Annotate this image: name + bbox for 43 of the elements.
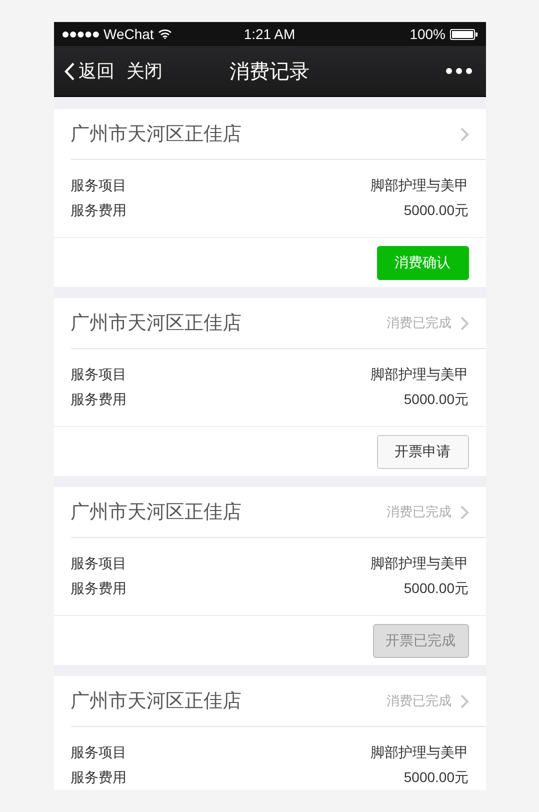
record-status: 消费已完成 — [386, 692, 452, 710]
battery-percent: 100% — [410, 26, 446, 42]
action-button[interactable]: 开票申请 — [376, 434, 468, 468]
detail-label: 服务项目 — [70, 366, 126, 384]
store-row[interactable]: 广州市天河区正佳店 消费已完成 — [70, 298, 486, 349]
detail-value: 脚部护理与美甲 — [370, 554, 468, 572]
battery-icon — [450, 28, 478, 40]
close-button[interactable]: 关闭 — [126, 59, 162, 83]
chevron-left-icon — [64, 62, 74, 80]
wifi-icon — [158, 29, 172, 39]
detail-label: 服务项目 — [70, 176, 126, 194]
chevron-right-icon — [460, 504, 468, 520]
signal-icon — [62, 30, 100, 38]
record-status: 消费已完成 — [386, 314, 452, 332]
store-name: 广州市天河区正佳店 — [70, 312, 242, 336]
detail-label: 服务费用 — [70, 768, 126, 786]
detail-value: 5000.00元 — [404, 580, 468, 598]
detail-value: 5000.00元 — [404, 390, 468, 408]
detail-value: 脚部护理与美甲 — [370, 366, 468, 384]
detail-label: 服务项目 — [70, 744, 126, 762]
chevron-right-icon — [460, 316, 468, 330]
detail-label: 服务费用 — [70, 390, 126, 408]
store-row[interactable]: 广州市天河区正佳店 消费已完成 — [70, 487, 486, 538]
clock-time: 1:21 AM — [244, 26, 296, 42]
detail-value: 5000.00元 — [404, 202, 468, 220]
store-name: 广州市天河区正佳店 — [70, 123, 242, 147]
detail-value: 脚部护理与美甲 — [370, 176, 468, 194]
carrier-name: WeChat — [104, 26, 154, 42]
page-title: 消费记录 — [230, 60, 310, 84]
detail-value: 脚部护理与美甲 — [370, 744, 468, 762]
record-status: 消费已完成 — [386, 503, 452, 521]
detail-label: 服务费用 — [70, 202, 126, 220]
store-name: 广州市天河区正佳店 — [70, 690, 242, 714]
more-icon — [446, 68, 472, 74]
chevron-right-icon — [460, 126, 468, 142]
store-row[interactable]: 广州市天河区正佳店 — [70, 109, 486, 160]
store-name: 广州市天河区正佳店 — [70, 501, 242, 525]
chevron-right-icon — [460, 694, 468, 708]
detail-value: 5000.00元 — [404, 768, 468, 786]
detail-label: 服务费用 — [70, 580, 126, 598]
store-row[interactable]: 广州市天河区正佳店 消费已完成 — [70, 676, 486, 727]
back-button[interactable]: 返回 — [64, 59, 114, 83]
detail-label: 服务项目 — [70, 554, 126, 572]
